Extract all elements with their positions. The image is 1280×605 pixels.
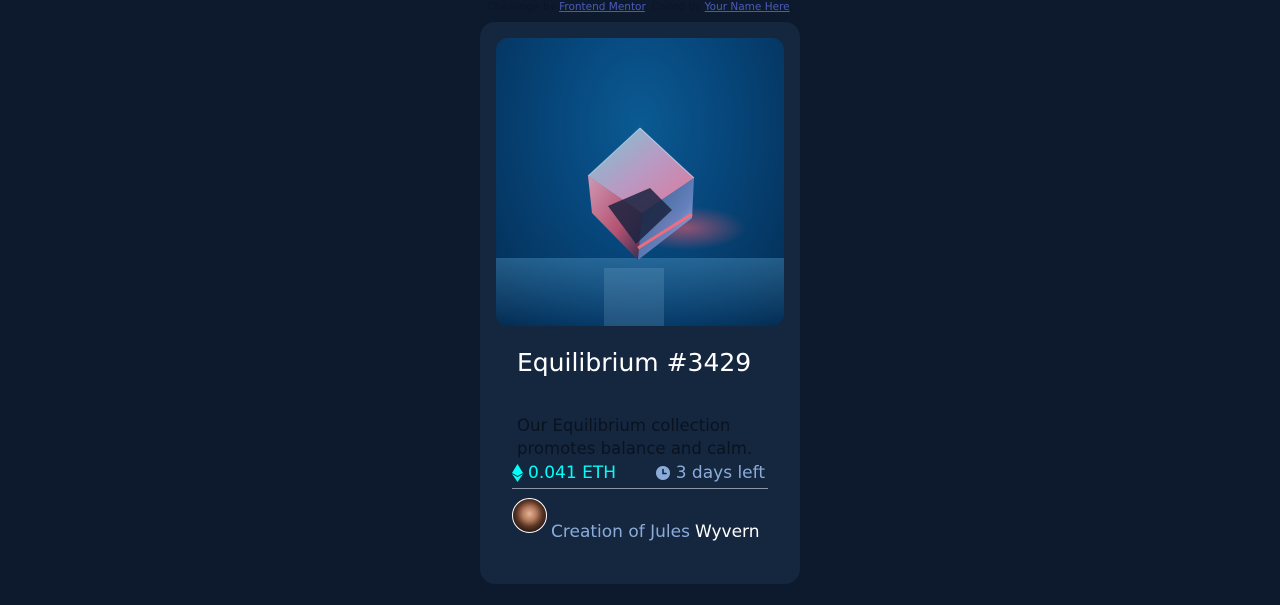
nft-title[interactable]: Equilibrium #3429 — [517, 348, 751, 377]
equilibrium-cube-image — [496, 127, 784, 326]
attribution: Challenge by Frontend Mentor. Coded by Y… — [487, 1, 793, 13]
nft-image[interactable] — [496, 38, 784, 326]
time-left-row: 3 days left — [655, 463, 765, 483]
nft-card: Equilibrium #3429 Our Equilibrium collec… — [480, 22, 800, 584]
avatar — [512, 498, 547, 533]
attribution-coded-text: Coded by — [651, 1, 702, 13]
creator-name-link[interactable]: Wyvern — [695, 522, 760, 542]
price-value: 0.041 ETH — [528, 463, 616, 483]
author-link[interactable]: Your Name Here — [705, 1, 790, 13]
divider — [512, 488, 768, 489]
ethereum-icon — [512, 464, 523, 482]
clock-icon — [655, 466, 670, 480]
price-row: 0.041 ETH — [512, 463, 616, 483]
time-left-value: 3 days left — [675, 463, 765, 483]
creator-row: Creation of Jules Wyvern — [512, 498, 760, 542]
nft-description: Our Equilibrium collection promotes bala… — [517, 416, 753, 458]
attribution-challenge-text: Challenge by — [487, 1, 556, 13]
frontend-mentor-link[interactable]: Frontend Mentor — [559, 1, 645, 13]
creator-prefix: Creation of Jules — [551, 522, 690, 542]
